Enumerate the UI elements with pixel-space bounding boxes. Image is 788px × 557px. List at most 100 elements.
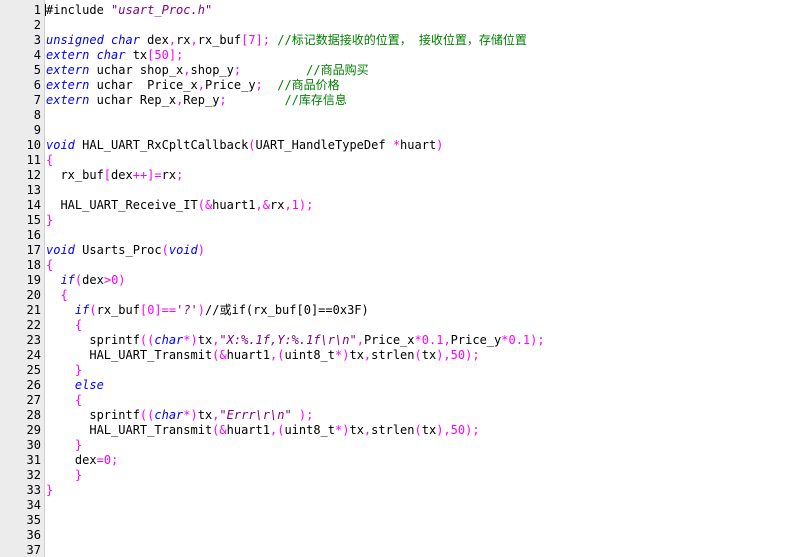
code-token-punct: , — [443, 333, 451, 347]
code-token-punct: * — [414, 333, 422, 347]
code-token-punct: ( — [89, 303, 97, 317]
code-line[interactable]: dex=0; — [44, 453, 786, 468]
code-token-number: 50 — [450, 423, 466, 437]
code-line[interactable] — [44, 498, 786, 513]
code-editor[interactable]: 1 2 3 4 5 6 7 8 9 10 11 12 13 14 15 16 17 18 19 20 21 22 23 24 2… — [0, 0, 788, 557]
code-line[interactable]: else — [44, 378, 786, 393]
line-number: 14 — [26, 198, 41, 212]
code-token-punct: ) — [197, 303, 206, 317]
code-line[interactable]: sprintf((char*)tx,"Errr\r\n" ); — [44, 408, 786, 423]
code-token-default: tx — [349, 348, 364, 362]
code-line[interactable]: } — [44, 468, 786, 483]
code-token-default: huart1 — [226, 423, 270, 437]
code-token-default — [263, 78, 277, 92]
line-number: 23 — [26, 333, 41, 347]
code-token-default: tx — [349, 423, 364, 437]
code-line[interactable]: { — [44, 393, 786, 408]
code-line[interactable] — [44, 108, 786, 123]
code-token-default: dex — [82, 273, 104, 287]
code-token-default: HAL_UART_Receive_IT — [46, 198, 198, 212]
code-line[interactable]: void HAL_UART_RxCpltCallback(UART_Handle… — [44, 138, 786, 153]
code-token-number: 0.1 — [421, 333, 444, 347]
line-number: 29 — [26, 423, 41, 437]
code-token-punct: *) — [335, 423, 350, 437]
code-line[interactable]: } — [44, 363, 786, 378]
code-token-keyword: else — [74, 378, 104, 392]
line-number: 24 — [26, 348, 41, 362]
code-token-punct: } — [46, 468, 83, 482]
code-token-default: uchar shop_x — [89, 63, 184, 77]
code-line[interactable]: if(dex>0) — [44, 273, 786, 288]
code-token-default: uchar Rep_x — [89, 93, 177, 107]
code-token-punct: ; — [255, 78, 263, 92]
code-line[interactable]: } — [44, 438, 786, 453]
code-token-punct: ( — [414, 423, 422, 437]
code-line[interactable]: } — [44, 483, 786, 498]
code-token-punct: ,( — [269, 423, 285, 437]
code-line[interactable] — [44, 183, 786, 198]
code-line[interactable] — [44, 528, 786, 543]
code-token-punct: (& — [212, 348, 227, 362]
line-number: 10 — [26, 138, 41, 152]
code-token-punct: ( — [248, 138, 256, 152]
code-token-punct: ; — [176, 168, 184, 182]
code-token-default: uint8_t — [284, 348, 336, 362]
code-token-number: 50 — [450, 348, 466, 362]
code-line[interactable] — [44, 513, 786, 528]
code-line[interactable]: { — [44, 153, 786, 168]
code-token-keyword: void — [46, 138, 75, 152]
code-token-punct: { — [46, 393, 83, 407]
code-line[interactable]: { — [44, 258, 786, 273]
code-token-default: uint8_t — [284, 423, 336, 437]
code-token-punct: ) — [197, 243, 205, 257]
code-line[interactable]: { — [44, 318, 786, 333]
code-token-punct: > — [103, 273, 112, 287]
code-token-default: Price_y — [450, 333, 502, 347]
code-token-punct: [50]; — [147, 48, 184, 62]
code-line[interactable]: #include "usart_Proc.h" — [44, 3, 786, 18]
code-token-punct: ), — [436, 423, 451, 437]
line-number: 18 — [26, 258, 41, 272]
code-line[interactable]: extern uchar shop_x,shop_y; //商品购买 — [44, 63, 786, 78]
code-line[interactable]: HAL_UART_Transmit(&huart1,(uint8_t*)tx,s… — [44, 348, 786, 363]
code-token-punct: ); — [291, 408, 314, 422]
line-number: 3 — [33, 33, 41, 47]
code-line[interactable]: if(rx_buf[0]=='?')//或if(rx_buf[0]==0x3F) — [44, 303, 786, 318]
code-line[interactable]: { — [44, 288, 786, 303]
code-token-punct: } — [46, 363, 83, 377]
line-number: 26 — [26, 378, 41, 392]
code-text-area[interactable]: #include "usart_Proc.h" unsigned char dex… — [44, 0, 788, 557]
code-line[interactable]: extern uchar Price_x,Price_y; //商品价格 — [44, 78, 786, 93]
line-number: 6 — [33, 78, 41, 92]
code-token-default: dex — [46, 453, 97, 467]
code-line[interactable]: rx_buf[dex++]=rx; — [44, 168, 786, 183]
code-token-punct: *) — [183, 408, 198, 422]
line-number: 19 — [26, 273, 41, 287]
code-token-punct: *) — [335, 348, 350, 362]
code-token-default: HAL_UART_RxCpltCallback — [74, 138, 249, 152]
code-line[interactable]: extern char tx[50]; — [44, 48, 786, 63]
code-token-default: dex — [139, 33, 169, 47]
code-line[interactable]: void Usarts_Proc(void) — [44, 243, 786, 258]
code-line[interactable] — [44, 543, 786, 557]
code-line[interactable]: HAL_UART_Receive_IT(&huart1,&rx,1); — [44, 198, 786, 213]
code-token-punct: ); — [465, 348, 480, 362]
code-line[interactable]: HAL_UART_Transmit(&huart1,(uint8_t*)tx,s… — [44, 423, 786, 438]
code-line[interactable] — [44, 228, 786, 243]
code-token-punct: ++]= — [132, 168, 162, 182]
line-number: 34 — [26, 498, 41, 512]
code-token-punct: , — [284, 198, 292, 212]
code-token-default: tx — [421, 423, 437, 437]
code-token-punct: { — [46, 153, 54, 167]
code-line[interactable]: extern uchar Rep_x,Rep_y; //库存信息 — [44, 93, 786, 108]
code-line[interactable]: unsigned char dex,rx,rx_buf[7]; //标记数据接收… — [44, 33, 786, 48]
code-line[interactable] — [44, 123, 786, 138]
code-line[interactable] — [44, 18, 786, 33]
line-number: 21 — [26, 303, 41, 317]
code-line[interactable]: } — [44, 213, 786, 228]
code-token-string: "X:%.1f,Y:%.1f\r\n" — [219, 333, 357, 347]
code-token-number: 0.1 — [508, 333, 531, 347]
code-token-keyword: char — [154, 408, 184, 422]
code-line[interactable]: sprintf((char*)tx,"X:%.1f,Y:%.1f\r\n",Pr… — [44, 333, 786, 348]
code-token-default: tx — [125, 48, 148, 62]
